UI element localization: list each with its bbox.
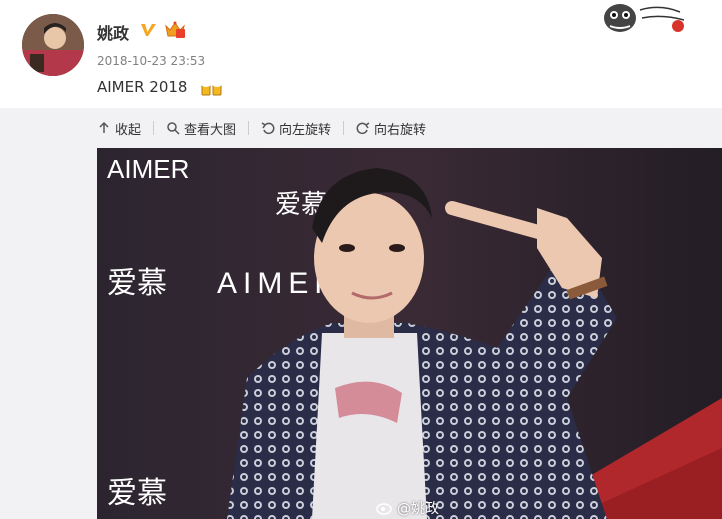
divider [153,121,155,135]
collapse-label: 收起 [115,122,142,138]
view-large-label: 查看大图 [184,122,237,138]
rotate-left-label: 向左旋转 [279,122,332,138]
avatar[interactable] [22,14,84,76]
rotate-right-icon [356,122,370,135]
search-icon [167,122,180,135]
rotate-right-label: 向右旋转 [374,122,427,138]
crown-icon[interactable] [163,20,187,40]
rotate-left-button[interactable]: 向左旋转 [261,119,331,138]
collapse-icon [99,121,109,133]
image-toolbar: 收起 查看大图 向左旋转 向右旋转 [97,112,438,144]
photo-watermark: @姚政 [376,498,439,518]
beer-emoji [200,78,224,98]
post-photo[interactable]: 爱慕 AIMER 爱慕 爱慕 AIMER AIMER [97,148,722,519]
backdrop-text-aimer: AIMER [107,154,189,184]
backdrop-text-chinese: 爱慕 [107,267,167,300]
weibo-icon [376,503,392,515]
post-timestamp[interactable]: 2018-10-23 23:53 [97,54,205,68]
divider [248,121,250,135]
collapse-button[interactable]: 收起 [97,119,141,138]
divider [343,121,345,135]
verified-icon [139,21,158,40]
rotate-right-button[interactable]: 向右旋转 [356,119,426,138]
post-header: 姚政 2018-10-23 23:53 AIMER 2018 [0,0,722,107]
post-text: AIMER 2018 [97,78,188,96]
backdrop-text-chinese: 爱慕 [107,477,167,510]
mascot-icon [600,0,690,40]
watermark-text: @姚政 [397,501,439,517]
author-name[interactable]: 姚政 [97,20,129,44]
view-large-button[interactable]: 查看大图 [166,119,236,138]
rotate-left-icon [261,122,275,135]
